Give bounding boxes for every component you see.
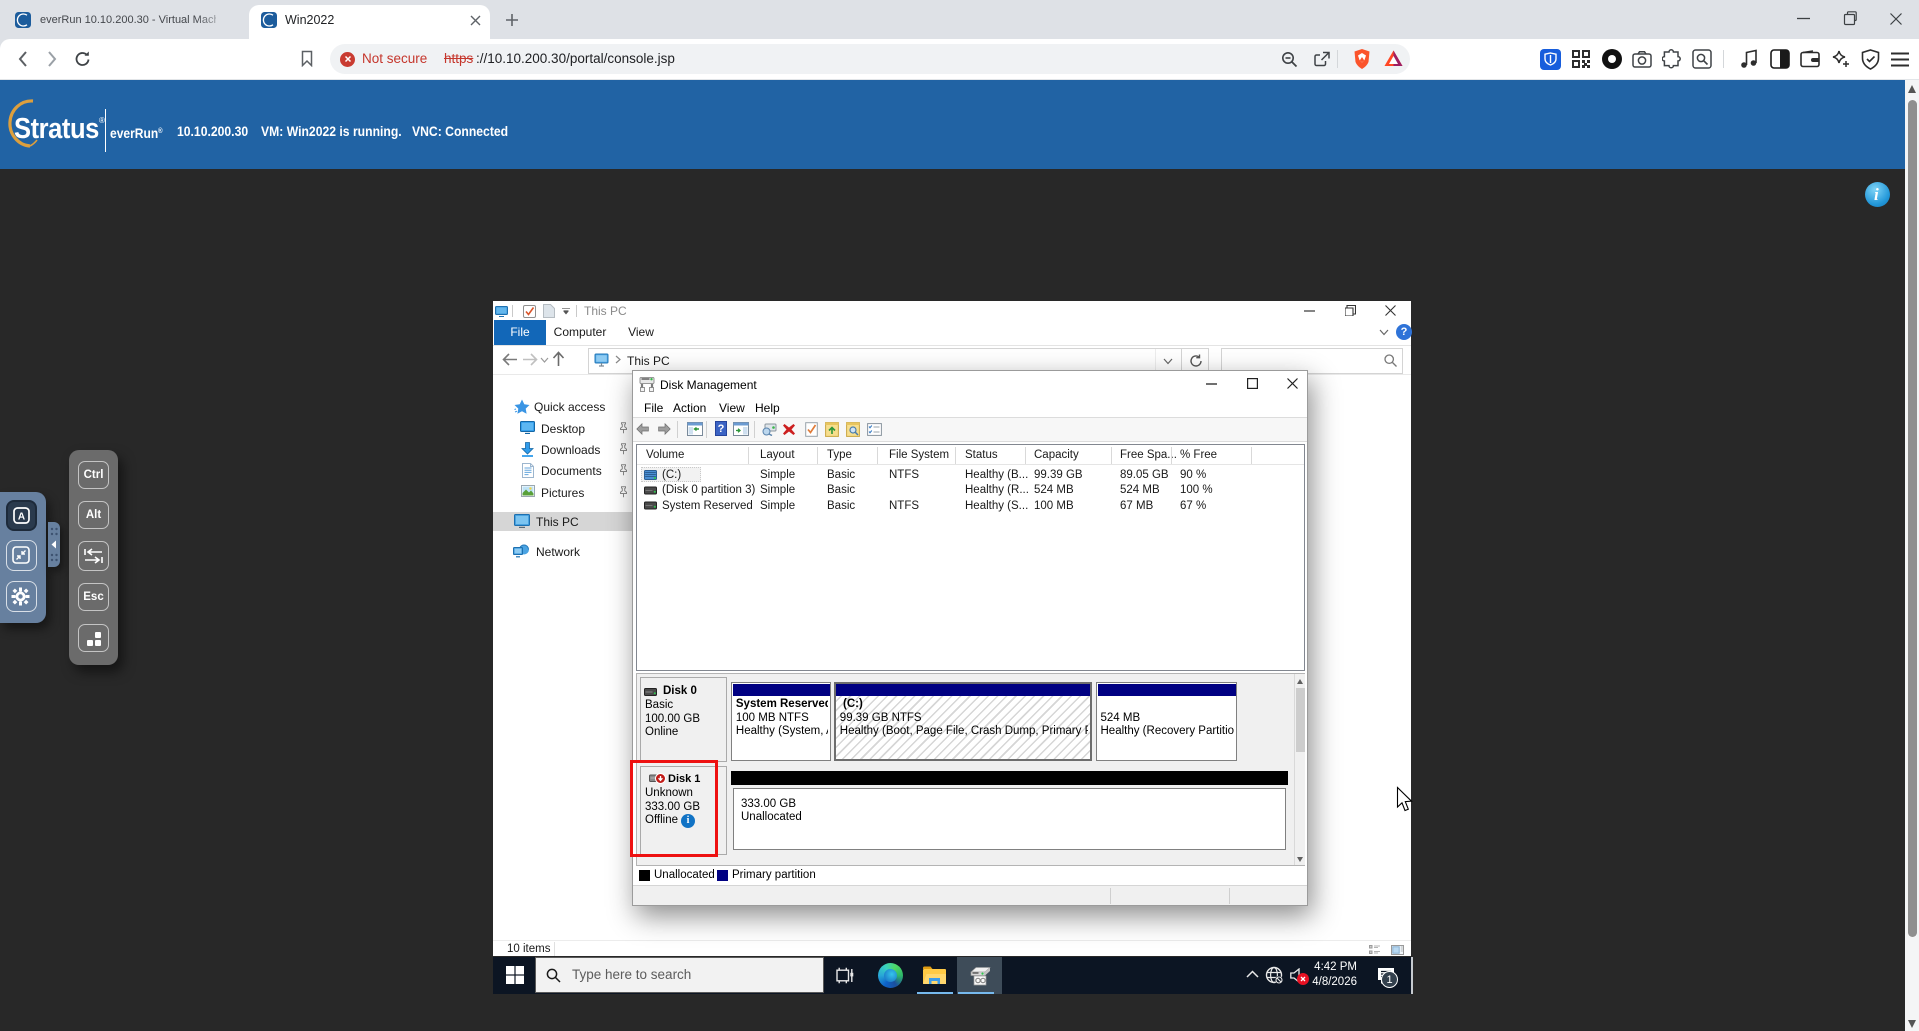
svg-text:A: A <box>17 512 24 523</box>
svg-text:?: ? <box>718 423 725 435</box>
